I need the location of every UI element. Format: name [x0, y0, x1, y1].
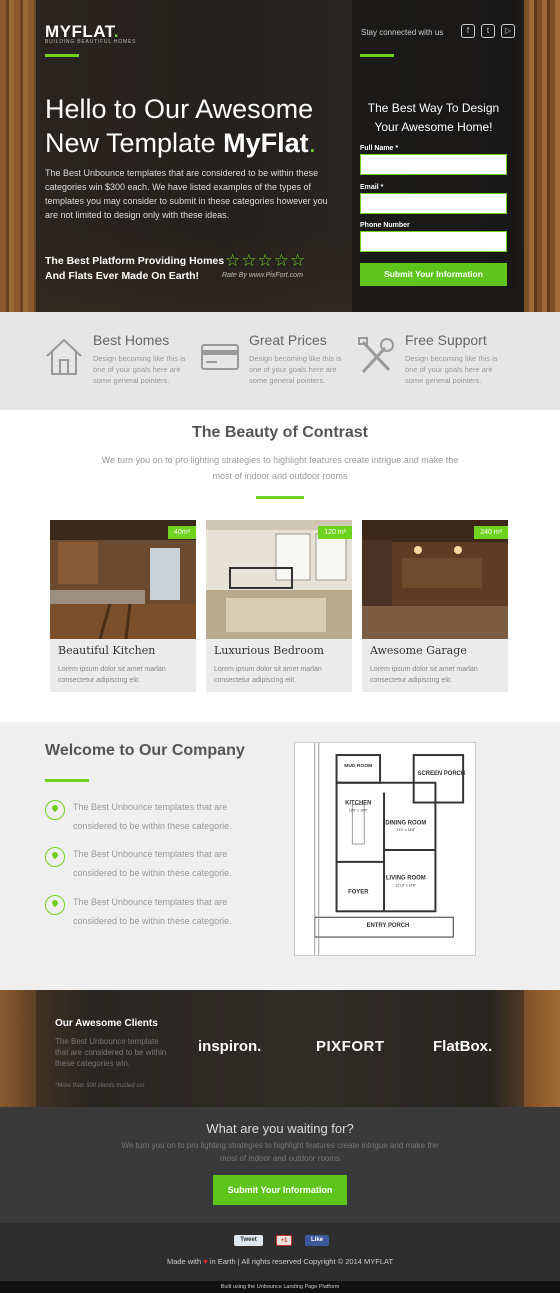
phone-label: Phone Number [360, 222, 410, 229]
feature-title: Best Homes [93, 332, 170, 348]
card-garage[interactable]: 240 m² Awesome Garage Lorem ipsum dolor … [362, 520, 508, 692]
welcome-section: Welcome to Our Company The Best Unbounce… [0, 722, 560, 990]
hero-tagline: The Best Platform Providing Homes And Fl… [45, 255, 225, 282]
credit-card-icon [201, 344, 239, 370]
cta-submit-button[interactable]: Submit Your Information [213, 1175, 347, 1205]
plan-label-dining: DINING ROOM [385, 820, 426, 826]
hero-wood-wall-right [524, 0, 560, 312]
email-label: Email * [360, 184, 384, 191]
card-title: Luxurious Bedroom [214, 644, 324, 657]
stay-connected-text: Stay connected with us [361, 28, 444, 37]
welcome-item-text: The Best Unbounce templates that are con… [73, 849, 232, 878]
heart-icon: ♥ [203, 1257, 208, 1266]
facebook-like-button[interactable]: Like [305, 1235, 329, 1246]
logo-tagline: BUILDING BEAUTIFUL HOMES [45, 39, 137, 45]
tools-icon [358, 337, 394, 374]
features-section: Best Homes Design becoming like this is … [0, 312, 560, 410]
feature-title: Great Prices [249, 332, 327, 348]
client-logo-pixfort: PIXFORT [316, 1038, 385, 1055]
area-badge: 240 m² [474, 526, 508, 539]
beauty-section: The Beauty of Contrast We turn you on to… [0, 410, 560, 722]
welcome-item: The Best Unbounce templates that are con… [45, 845, 275, 883]
card-bedroom[interactable]: 120 m² Luxurious Bedroom Lorem ipsum dol… [206, 520, 352, 692]
plan-label-mud-room: MUD ROOM [344, 763, 372, 769]
plan-dim-living: 12'10" x 14'8" [395, 884, 417, 888]
tweet-button[interactable]: Tweet [234, 1235, 263, 1246]
plan-dim-kitchen: 10'6" x 14'0" [349, 808, 369, 812]
full-name-input[interactable] [360, 154, 507, 175]
cta-subtitle: We turn you on to pro lighting strategie… [121, 1141, 439, 1163]
area-badge: 40m² [168, 526, 196, 539]
house-icon [46, 338, 82, 375]
plan-label-entry: ENTRY PORCH [367, 923, 410, 929]
rating-stars: ☆☆☆☆☆ [225, 251, 307, 270]
cta-title: What are you waiting for? [206, 1121, 354, 1136]
welcome-item: The Best Unbounce templates that are con… [45, 893, 275, 931]
feature-title: Free Support [405, 332, 487, 348]
card-title: Beautiful Kitchen [58, 644, 156, 657]
clients-title: Our Awesome Clients [55, 1018, 158, 1029]
section-underline [256, 496, 304, 499]
copyright-text: Made with ♥ in Earth | All rights reserv… [166, 1257, 394, 1266]
feature-great-prices: Great Prices Design becoming like this i… [201, 332, 361, 402]
submit-button[interactable]: Submit Your Information [360, 263, 507, 286]
clients-text: The Best Unbounce template that are cons… [55, 1037, 167, 1068]
card-title: Awesome Garage [370, 644, 467, 657]
logo-underline [45, 54, 79, 57]
welcome-underline [45, 779, 89, 782]
feature-free-support: Free Support Design becoming like this i… [357, 332, 517, 402]
twitter-icon[interactable]: t [481, 24, 495, 38]
feature-desc: Design becoming like this is one of your… [405, 354, 498, 385]
hero-title: Hello to Our Awesome New Template MyFlat… [45, 94, 317, 158]
location-pin-icon [45, 847, 65, 867]
area-badge: 120 m² [318, 526, 352, 539]
rating-source: Rate By www.PixFort.com [222, 272, 303, 279]
cta-section: What are you waiting for? We turn you on… [0, 1107, 560, 1223]
facebook-icon[interactable]: f [461, 24, 475, 38]
client-logo-inspiron: inspiron. [198, 1038, 262, 1055]
form-title: The Best Way To Design Your Awesome Home… [367, 101, 500, 134]
location-pin-icon [45, 800, 65, 820]
hero-paragraph: The Best Unbounce templates that are con… [45, 168, 328, 220]
feature-desc: Design becoming like this is one of your… [249, 354, 342, 385]
card-kitchen[interactable]: 40m² Beautiful Kitchen Lorem ipsum dolor… [50, 520, 196, 692]
welcome-item-text: The Best Unbounce templates that are con… [73, 897, 232, 926]
built-with-bar[interactable]: Built using the Unbounce Landing Page Pl… [0, 1281, 560, 1293]
hero-section: MYFLAT. BUILDING BEAUTIFUL HOMES Hello t… [0, 0, 560, 312]
card-desc: Lorem ipsum dolor sit amet marlan consec… [214, 666, 322, 684]
feature-desc: Design becoming like this is one of your… [93, 354, 186, 385]
full-name-label: Full Name * [360, 145, 399, 152]
location-pin-icon [45, 895, 65, 915]
section-subtitle: We turn you on to pro lighting strategie… [101, 455, 459, 481]
welcome-item-text: The Best Unbounce templates that are con… [73, 802, 232, 831]
card-desc: Lorem ipsum dolor sit amet marlan consec… [370, 666, 478, 684]
plan-dim-dining: 13'0" x 14'8" [396, 828, 416, 832]
footer: Tweet +1 Like Made with ♥ in Earth | All… [0, 1223, 560, 1281]
clients-section: Our Awesome Clients The Best Unbounce te… [0, 990, 560, 1107]
youtube-icon[interactable]: ▷ [501, 24, 515, 38]
plan-label-kitchen: KITCHEN [345, 800, 371, 806]
phone-input[interactable] [360, 231, 507, 252]
plan-label-living: LIVING ROOM [386, 876, 426, 882]
floor-plan-image: MUD ROOM SCREEN PORCH KITCHEN 10'6" x 14… [294, 742, 476, 956]
plan-label-foyer: FOYER [348, 890, 369, 896]
google-plus-button[interactable]: +1 [276, 1235, 292, 1246]
welcome-title: Welcome to Our Company [45, 742, 245, 759]
client-logo-flatbox: FlatBox. [433, 1038, 493, 1055]
hero-wood-wall-left [0, 0, 36, 312]
welcome-item: The Best Unbounce templates that are con… [45, 798, 275, 836]
section-title: The Beauty of Contrast [191, 424, 368, 441]
plan-label-screen-porch: SCREEN PORCH [418, 771, 466, 777]
clients-note: *More than 500 clients trusted us! [55, 1083, 145, 1089]
panel-underline [360, 54, 394, 57]
card-desc: Lorem ipsum dolor sit amet marlan consec… [58, 666, 166, 684]
feature-best-homes: Best Homes Design becoming like this is … [45, 332, 205, 402]
email-input[interactable] [360, 193, 507, 214]
